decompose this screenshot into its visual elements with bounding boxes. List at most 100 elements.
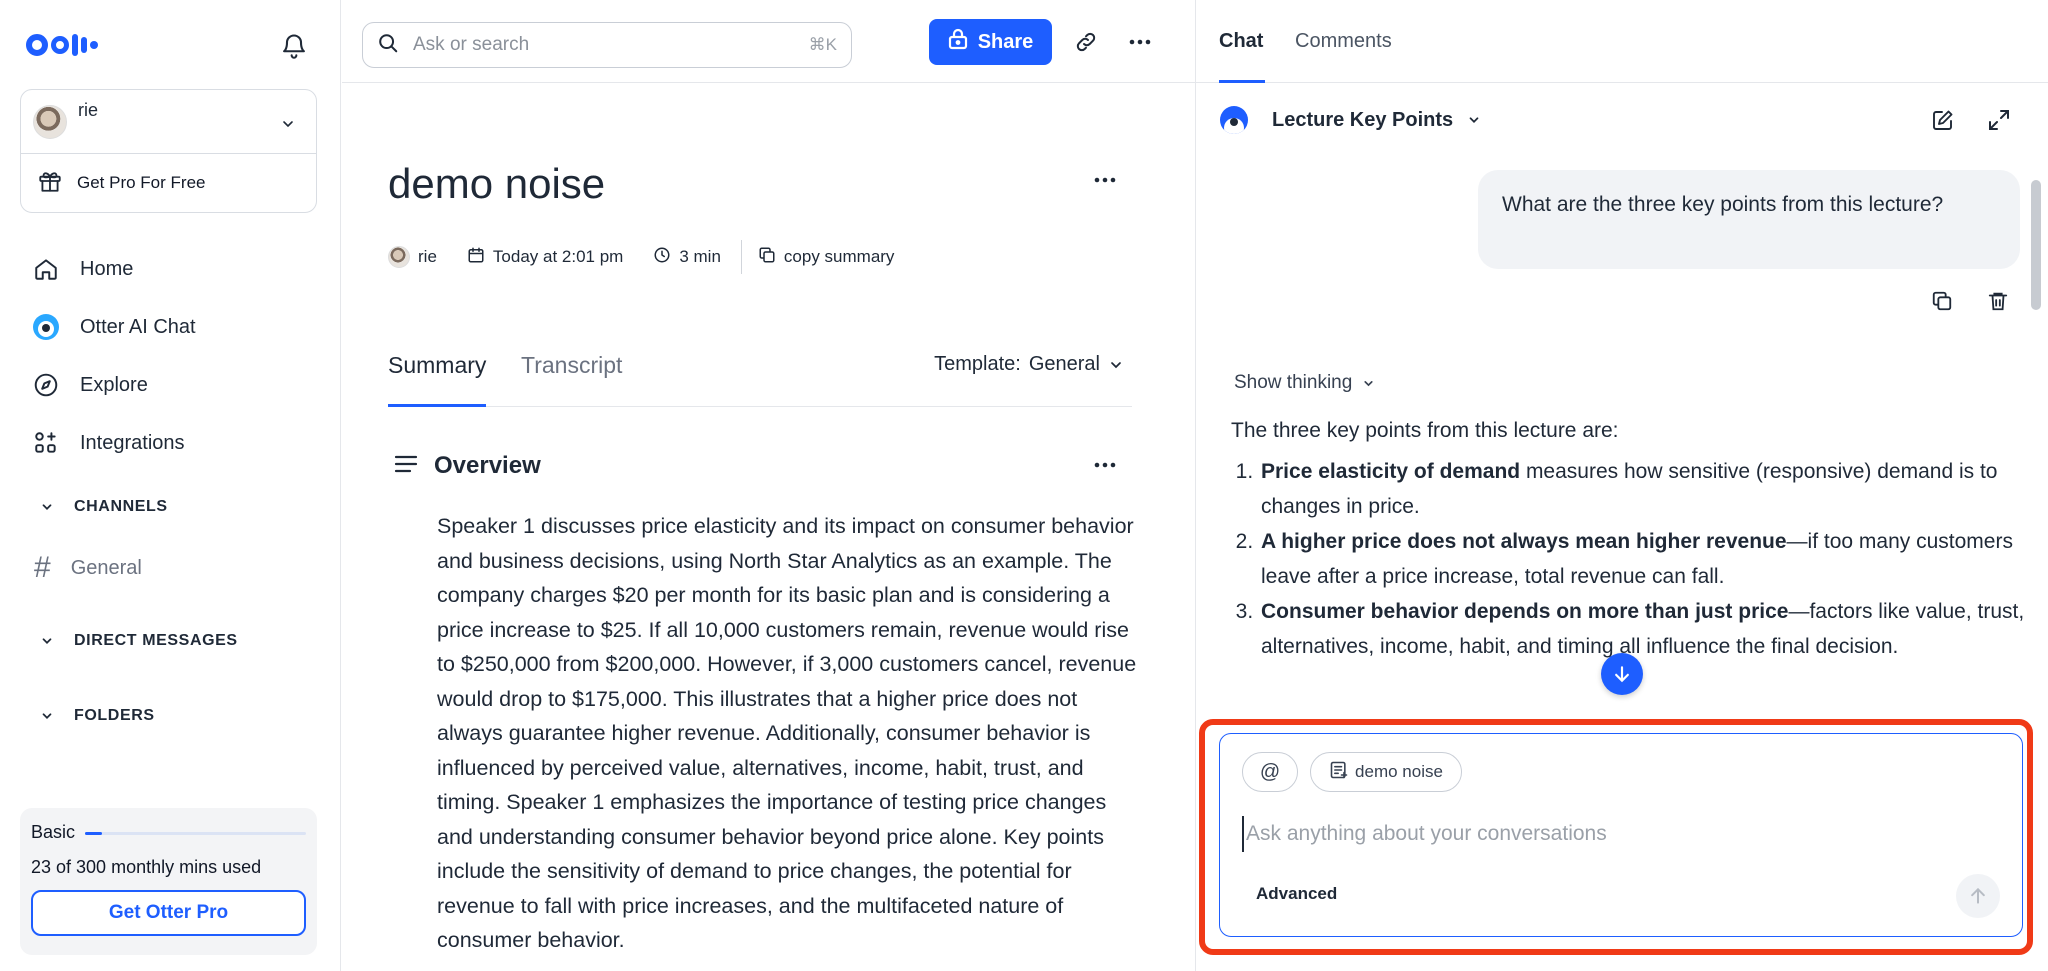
answer-list: Price elasticity of demand measures how …	[1231, 454, 2026, 664]
section-label: DIRECT MESSAGES	[74, 632, 238, 649]
search-input[interactable]	[413, 34, 795, 56]
share-label: Share	[977, 30, 1034, 53]
usage-progress-fill	[85, 832, 103, 835]
home-icon	[32, 255, 60, 283]
list-item: Price elasticity of demand measures how …	[1259, 454, 2026, 524]
otter-logo[interactable]	[26, 32, 98, 58]
point-bold: Price elasticity of demand	[1261, 460, 1521, 483]
otter-avatar-icon	[1220, 106, 1248, 134]
sidebar-item-label: Integrations	[80, 431, 185, 454]
section-direct-messages[interactable]: DIRECT MESSAGES	[40, 632, 238, 650]
arrow-down-icon	[1615, 666, 1629, 683]
copy-summary-label: copy summary	[783, 247, 895, 266]
meta-date: Today at 2:01 pm	[467, 246, 623, 269]
send-button[interactable]	[1956, 874, 2000, 918]
advanced-toggle[interactable]: Advanced	[1256, 884, 1337, 904]
search-bar[interactable]: ⌘K	[362, 22, 852, 68]
chevron-down-icon	[1111, 361, 1121, 368]
user-name: rie	[78, 100, 99, 120]
context-chip-label: demo noise	[1355, 762, 1443, 781]
gift-icon	[37, 168, 63, 199]
point-bold: Consumer behavior depends on more than j…	[1261, 600, 1789, 623]
chevron-down-icon	[1364, 380, 1373, 386]
bell-icon[interactable]	[280, 32, 308, 60]
section-channels[interactable]: CHANNELS	[40, 498, 168, 516]
chevron-down-icon	[42, 713, 52, 719]
scroll-to-bottom-button[interactable]	[1601, 653, 1643, 695]
app-window: rie Get Pro For Free Home Otter AI Chat …	[0, 0, 2048, 971]
mention-button[interactable]: @	[1242, 752, 1298, 792]
chevron-down-icon	[42, 638, 52, 644]
expand-icon[interactable]	[1987, 108, 2011, 137]
document-meta: rie Today at 2:01 pm 3 min copy summary	[388, 240, 924, 274]
more-options-icon[interactable]	[1094, 455, 1116, 473]
conversation-selector[interactable]: Lecture Key Points	[1220, 106, 1481, 134]
sidebar-item-label: Explore	[80, 373, 148, 396]
section-label: CHANNELS	[74, 498, 168, 515]
new-chat-icon[interactable]	[1931, 108, 1955, 137]
get-pro-free-button[interactable]: Get Pro For Free	[21, 154, 316, 212]
plan-card: Basic 23 of 300 monthly mins used Get Ot…	[20, 808, 317, 955]
sidebar: rie Get Pro For Free Home Otter AI Chat …	[0, 0, 341, 971]
trash-icon[interactable]	[1987, 290, 2009, 317]
sidebar-item-explore[interactable]: Explore	[32, 356, 322, 414]
author-name: rie	[418, 247, 437, 266]
chevron-down-icon	[1469, 117, 1479, 123]
chevron-down-icon	[280, 116, 296, 137]
plan-name: Basic	[31, 822, 76, 842]
more-options-icon[interactable]	[1124, 26, 1156, 58]
sidebar-item-home[interactable]: Home	[32, 240, 322, 298]
chat-composer: @ demo noise Advanced	[1219, 733, 2023, 937]
chat-input[interactable]	[1242, 816, 1962, 852]
chat-tabs: Chat Comments	[1196, 0, 2048, 83]
otter-chat-icon	[32, 313, 60, 341]
template-value: General	[1028, 353, 1100, 375]
link-icon[interactable]	[1070, 26, 1102, 58]
template-label: Template:	[934, 353, 1021, 375]
list-icon	[394, 454, 418, 479]
context-chip[interactable]: demo noise	[1310, 752, 1462, 792]
tab-transcript[interactable]: Transcript	[521, 345, 622, 407]
calendar-icon	[467, 246, 485, 269]
tab-comments[interactable]: Comments	[1295, 30, 1392, 83]
meta-divider	[740, 240, 742, 274]
account-card: rie Get Pro For Free	[20, 89, 317, 213]
tab-summary[interactable]: Summary	[388, 345, 487, 407]
more-options-icon[interactable]	[1094, 170, 1116, 188]
meta-author[interactable]: rie	[388, 246, 437, 268]
document-tabs: Summary Transcript Template: General	[388, 345, 1132, 407]
copy-icon[interactable]	[1931, 290, 1953, 317]
account-switcher[interactable]: rie	[21, 90, 316, 154]
copy-summary-button[interactable]: copy summary	[758, 246, 895, 269]
sidebar-item-integrations[interactable]: Integrations	[32, 414, 322, 472]
tab-chat[interactable]: Chat	[1219, 30, 1265, 83]
header-divider	[342, 82, 1195, 83]
user-message: What are the three key points from this …	[1478, 170, 2020, 269]
overview-text: Speaker 1 discusses price elasticity and…	[437, 514, 1137, 952]
lock-icon	[948, 28, 968, 56]
search-shortcut: ⌘K	[808, 35, 837, 54]
sidebar-item-otter-ai-chat[interactable]: Otter AI Chat	[32, 298, 322, 356]
document-icon	[1329, 760, 1349, 785]
sidebar-item-label: Home	[80, 257, 134, 280]
usage-progress-bar	[85, 832, 306, 835]
avatar	[33, 104, 67, 139]
share-button[interactable]: Share	[929, 19, 1052, 65]
show-thinking-toggle[interactable]: Show thinking	[1234, 372, 1375, 394]
sidebar-nav: Home Otter AI Chat Explore Integrations	[32, 240, 322, 472]
avatar	[388, 246, 410, 268]
integrations-icon	[32, 429, 60, 457]
show-thinking-label: Show thinking	[1234, 372, 1353, 393]
assistant-message: The three key points from this lecture a…	[1231, 413, 2026, 664]
template-select[interactable]: Template: General	[934, 353, 1124, 376]
meta-duration: 3 min	[653, 246, 721, 269]
get-otter-pro-button[interactable]: Get Otter Pro	[31, 890, 306, 936]
scrollbar-thumb[interactable]	[2031, 180, 2041, 310]
sidebar-item-label: Otter AI Chat	[80, 315, 196, 338]
copy-icon	[758, 246, 776, 269]
page-title[interactable]: demo noise	[388, 160, 605, 208]
section-label: FOLDERS	[74, 707, 155, 724]
channel-general[interactable]: # General	[34, 553, 142, 583]
main-content: ⌘K Share demo noise rie	[342, 0, 1195, 971]
section-folders[interactable]: FOLDERS	[40, 707, 155, 725]
